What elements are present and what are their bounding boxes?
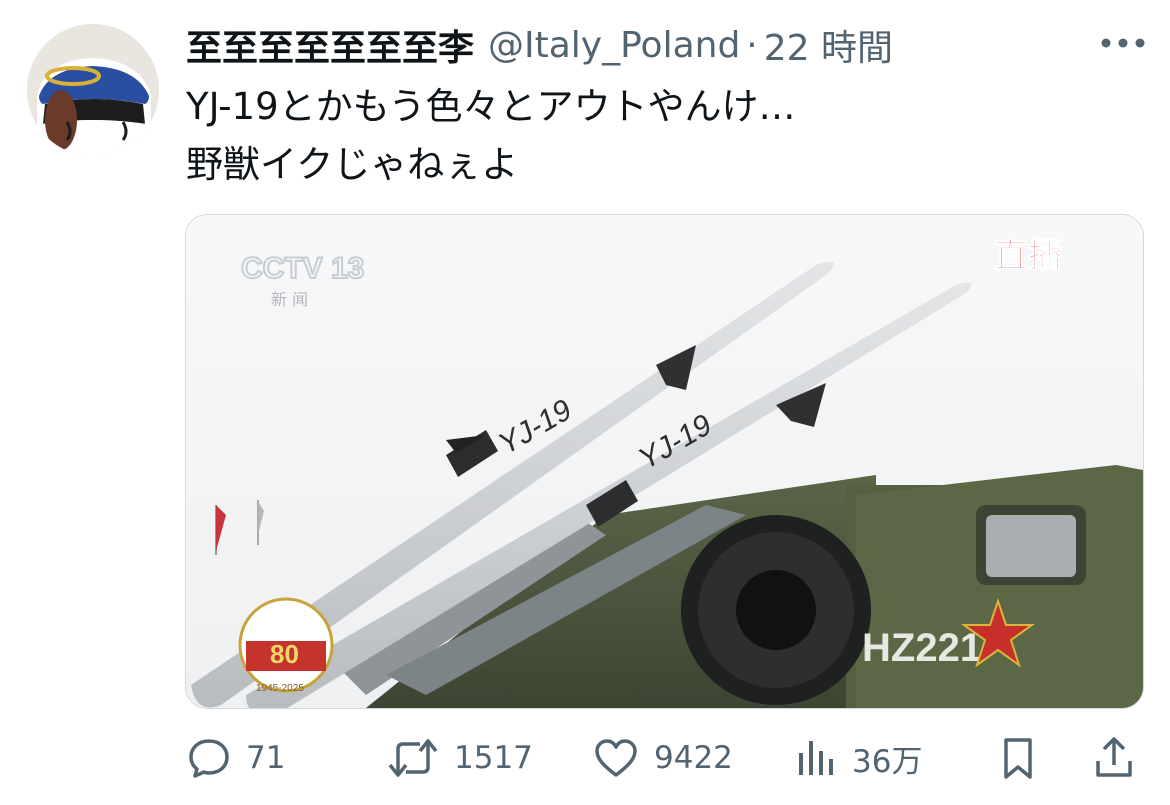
retweet-button[interactable]: 1517	[386, 728, 533, 788]
view-count: 36万	[852, 743, 923, 780]
avatar[interactable]	[27, 24, 159, 156]
anniversary-number: 80	[270, 639, 299, 669]
like-icon	[592, 735, 640, 781]
channel-sub: 新 闻	[271, 290, 308, 309]
tweet-header: 至至至至至至至李 @Italy_Poland · 22 時間	[186, 20, 893, 70]
retweet-icon	[386, 735, 440, 781]
bookmark-icon	[998, 735, 1038, 781]
views-button[interactable]: 36万	[796, 728, 922, 788]
tweet-media[interactable]: YJ-19 YJ-19 HZ221 CCTV 13 新 闻 直播 80 1945…	[185, 214, 1144, 709]
tweet-text-line-1: YJ-19とかもう色々とアウトやんけ…	[186, 85, 796, 128]
like-count: 9422	[654, 740, 733, 776]
reply-icon	[186, 735, 232, 781]
tweet-actions: 71 1517 9422 36万	[186, 728, 1146, 788]
vehicle-code: HZ221	[862, 626, 982, 670]
retweet-count: 1517	[454, 740, 533, 776]
separator-dot: ·	[746, 24, 758, 66]
like-button[interactable]: 9422	[592, 728, 733, 788]
views-icon	[796, 735, 838, 781]
avatar-image	[27, 24, 159, 156]
user-handle[interactable]: @Italy_Poland	[488, 25, 740, 66]
display-name[interactable]: 至至至至至至至李	[186, 19, 474, 71]
more-icon	[1101, 38, 1145, 48]
share-button[interactable]	[1092, 728, 1136, 788]
more-button[interactable]	[1096, 28, 1150, 58]
channel-logo: CCTV 13	[241, 252, 364, 285]
reply-count: 71	[246, 740, 286, 776]
tweet-text-line-2: 野獣イクじゃねぇよ	[186, 143, 519, 186]
bookmark-button[interactable]	[998, 728, 1038, 788]
timestamp[interactable]: 22 時間	[764, 19, 893, 71]
tweet-text: YJ-19とかもう色々とアウトやんけ… 野獣イクじゃねぇよ	[186, 78, 1126, 194]
reply-button[interactable]: 71	[186, 728, 285, 788]
share-icon	[1092, 735, 1136, 781]
anniversary-years: 1945-2025	[256, 683, 304, 694]
media-image: YJ-19 YJ-19 HZ221 CCTV 13 新 闻 直播 80 1945…	[186, 215, 1143, 708]
live-badge: 直播	[994, 236, 1063, 276]
